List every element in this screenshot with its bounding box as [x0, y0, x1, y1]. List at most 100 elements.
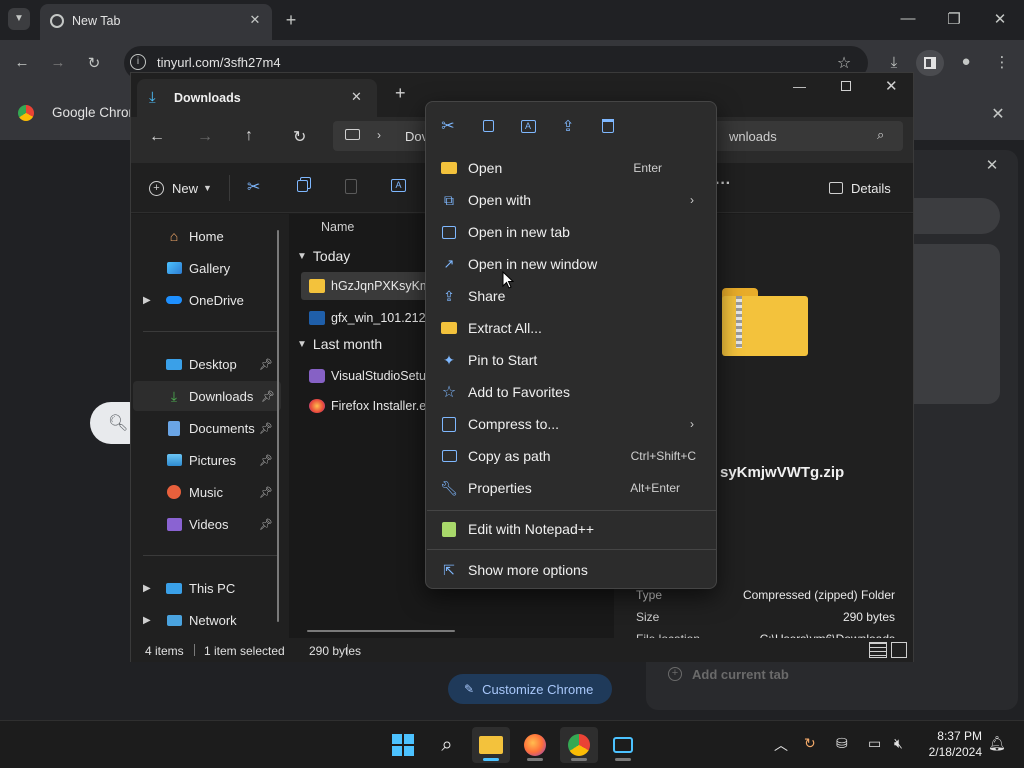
- ctx-edit-notepad[interactable]: Edit with Notepad++: [432, 514, 710, 544]
- nav-documents[interactable]: Documents 📌︎: [131, 413, 279, 443]
- start-button[interactable]: [384, 727, 422, 763]
- cut-icon: ✂: [441, 118, 455, 135]
- forward-icon[interactable]: →: [48, 54, 68, 71]
- nav-home[interactable]: ⌂ Home: [131, 221, 279, 251]
- copy-path-icon: [440, 447, 458, 465]
- download-arrow-icon: ⤓: [149, 89, 156, 106]
- nav-pictures[interactable]: Pictures 📌︎: [131, 445, 279, 475]
- rename-icon[interactable]: A: [391, 179, 406, 192]
- nav-thispc-label: This PC: [189, 580, 236, 596]
- ctx-share-button[interactable]: ⇪: [554, 114, 582, 138]
- ctx-properties[interactable]: 🔧︎ Properties Alt+Enter: [432, 473, 710, 503]
- explorer-tab-close-icon[interactable]: ✕: [351, 89, 362, 105]
- minimize-icon[interactable]: —: [898, 10, 918, 27]
- clock[interactable]: 8:37 PM 2/18/2024: [918, 729, 982, 759]
- nav-videos[interactable]: Videos 📌︎: [131, 509, 279, 539]
- nav-thispc[interactable]: ▶ This PC: [131, 573, 279, 603]
- ctx-open-new-tab[interactable]: Open in new tab: [432, 217, 710, 247]
- group-header-last-month[interactable]: ▼ Last month: [297, 336, 382, 352]
- column-header-name[interactable]: Name: [321, 220, 354, 234]
- explorer-up-icon[interactable]: ↑: [245, 127, 253, 145]
- new-button[interactable]: + New ▼: [149, 176, 212, 200]
- running-indicator: [527, 758, 543, 761]
- network-drive-icon[interactable]: ⛁: [836, 735, 848, 752]
- paste-icon[interactable]: [345, 179, 357, 194]
- nav-gallery[interactable]: Gallery: [131, 253, 279, 283]
- chrome-tab-newtab[interactable]: New Tab ✕: [40, 4, 272, 40]
- taskbar-chrome[interactable]: [560, 727, 598, 763]
- explorer-close-icon[interactable]: ✕: [885, 77, 898, 95]
- explorer-tab-downloads[interactable]: ⤓ Downloads ✕: [137, 79, 377, 117]
- ctx-show-more[interactable]: ⇱ Show more options: [432, 555, 710, 585]
- nav-network[interactable]: ▶ Network: [131, 605, 279, 635]
- sync-icon[interactable]: ↻: [804, 735, 816, 752]
- volume-muted-icon[interactable]: 🔇︎: [894, 735, 903, 752]
- nav-scrollbar[interactable]: [277, 230, 279, 622]
- expand-chevron-icon[interactable]: ▶: [143, 615, 151, 626]
- nav-music[interactable]: Music 📌︎: [131, 477, 279, 507]
- close-icon[interactable]: ✕: [246, 12, 264, 28]
- notification-bell-icon[interactable]: 🔔︎: [988, 735, 1006, 752]
- explorer-refresh-icon[interactable]: ↻: [293, 127, 306, 147]
- customize-chrome-button[interactable]: ✎ Customize Chrome: [448, 674, 612, 704]
- toolbar-divider: [229, 175, 230, 201]
- nav-desktop[interactable]: Desktop 📌︎: [131, 349, 279, 379]
- infobar-close-icon[interactable]: ✕: [988, 104, 1008, 124]
- cut-icon[interactable]: ✂: [247, 177, 260, 197]
- nav-onedrive[interactable]: ▶ OneDrive: [131, 285, 279, 315]
- ctx-rename-button[interactable]: A: [514, 114, 542, 138]
- more-options-icon[interactable]: ···: [715, 175, 731, 193]
- site-info-icon[interactable]: i: [130, 54, 146, 70]
- ctx-open[interactable]: Open Enter: [432, 153, 710, 183]
- group-last-month-label: Last month: [312, 336, 383, 352]
- ctx-cut-button[interactable]: ✂: [434, 114, 462, 138]
- nav-downloads[interactable]: ⤓ Downloads 📌︎: [133, 381, 281, 411]
- horizontal-scrollbar[interactable]: [307, 630, 455, 632]
- ctx-compress-to[interactable]: Compress to... ›: [432, 409, 710, 439]
- ctx-copy-button[interactable]: [474, 114, 502, 138]
- explorer-back-icon[interactable]: ←: [149, 128, 165, 146]
- taskbar-firefox[interactable]: [516, 727, 554, 763]
- side-panel-icon[interactable]: [916, 50, 944, 76]
- tray-overflow-chevron-icon[interactable]: ︿: [774, 735, 788, 755]
- taskbar-app[interactable]: [604, 727, 642, 763]
- details-view-icon[interactable]: [869, 642, 887, 658]
- ctx-pin-to-start[interactable]: ✦ Pin to Start: [432, 345, 710, 375]
- display-icon[interactable]: ▭: [868, 735, 881, 752]
- back-icon[interactable]: ←: [12, 54, 32, 71]
- explorer-new-tab-icon[interactable]: +: [395, 83, 406, 104]
- menu-icon[interactable]: ⋮: [992, 53, 1012, 71]
- ctx-open-new-window[interactable]: ↗ Open in new window: [432, 249, 710, 279]
- ctx-open-new-window-label: Open in new window: [468, 256, 598, 272]
- ctx-share[interactable]: ⇪ Share: [432, 281, 710, 311]
- download-icon[interactable]: ⤓: [884, 54, 904, 71]
- infobar-label: Google Chrom: [52, 105, 140, 120]
- explorer-maximize-icon[interactable]: [841, 81, 851, 91]
- group-header-today[interactable]: ▼ Today: [297, 248, 350, 264]
- explorer-minimize-icon[interactable]: —: [793, 79, 806, 94]
- ctx-copy-as-path-label: Copy as path: [468, 448, 551, 464]
- taskbar-search-button[interactable]: ⌕: [428, 727, 466, 763]
- close-window-icon[interactable]: ✕: [990, 10, 1010, 28]
- expand-chevron-icon[interactable]: ▶: [143, 295, 151, 306]
- explorer-search-box[interactable]: wnloads ⌕: [711, 121, 903, 151]
- bookmark-star-icon[interactable]: ☆: [834, 53, 854, 73]
- ctx-extract-all[interactable]: Extract All...: [432, 313, 710, 343]
- ctx-copy-as-path[interactable]: Copy as path Ctrl+Shift+C: [432, 441, 710, 471]
- ctx-delete-button[interactable]: [594, 114, 622, 138]
- tiles-view-icon[interactable]: [891, 642, 907, 658]
- explorer-forward-icon[interactable]: →: [197, 128, 213, 146]
- copy-icon[interactable]: [297, 180, 308, 192]
- new-tab-plus-icon[interactable]: +: [282, 10, 300, 31]
- file-name: hGzJqnPXKsyKmjv: [331, 279, 440, 293]
- taskbar-file-explorer[interactable]: [472, 727, 510, 763]
- expand-chevron-icon[interactable]: ▶: [143, 583, 151, 594]
- tab-search-icon[interactable]: ▼: [8, 8, 30, 30]
- details-button[interactable]: Details: [829, 178, 891, 198]
- reload-icon[interactable]: ↻: [84, 54, 104, 72]
- side-panel-close-icon[interactable]: ✕: [982, 156, 1002, 174]
- restore-icon[interactable]: ❐: [944, 10, 964, 28]
- profile-icon[interactable]: ●: [956, 53, 976, 70]
- ctx-open-with[interactable]: ⧉ Open with ›: [432, 185, 710, 215]
- ctx-add-favorites[interactable]: ☆ Add to Favorites: [432, 377, 710, 407]
